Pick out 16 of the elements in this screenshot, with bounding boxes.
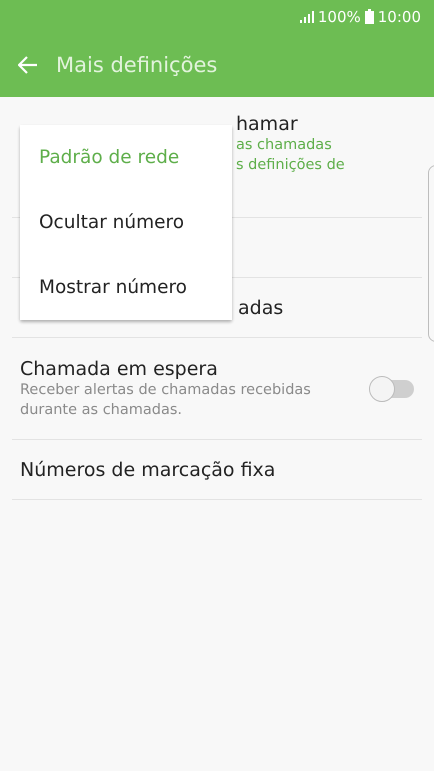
setting-summary: as chamadas bbox=[236, 136, 333, 155]
signal-icon bbox=[300, 10, 314, 22]
menu-item[interactable]: Ocultar número bbox=[20, 190, 232, 255]
menu-item[interactable]: Mostrar número bbox=[20, 255, 232, 320]
battery-percent: 100% bbox=[318, 8, 361, 26]
back-arrow-icon bbox=[18, 56, 38, 74]
setting-title[interactable]: Números de marcação fixa bbox=[20, 458, 276, 480]
screen-title: Mais definições bbox=[56, 53, 218, 77]
clock: 10:00 bbox=[378, 8, 421, 26]
setting-summary: Receber alertas de chamadas recebidas durante as chamadas. bbox=[20, 380, 312, 420]
setting-title: adas bbox=[238, 296, 284, 318]
setting-title: Chamada em espera bbox=[20, 358, 219, 380]
back-button[interactable] bbox=[18, 56, 38, 74]
battery-icon bbox=[364, 9, 374, 24]
setting-title: hamar bbox=[236, 113, 299, 135]
setting-summary: s definições de bbox=[236, 156, 345, 175]
